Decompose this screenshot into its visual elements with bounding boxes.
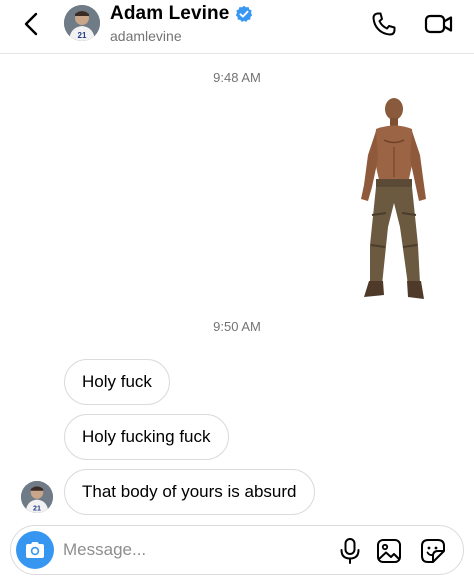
avatar[interactable]: 21 [64, 5, 100, 41]
received-message-bubble[interactable]: That body of yours is absurd [64, 469, 315, 515]
svg-text:21: 21 [33, 504, 41, 512]
contact-name: Adam Levine [110, 3, 230, 24]
phone-icon[interactable] [370, 10, 398, 38]
camera-button[interactable] [16, 531, 54, 569]
camera-icon [26, 542, 44, 558]
contact-handle: adamlevine [110, 28, 182, 44]
sticker-icon[interactable] [419, 537, 447, 565]
gallery-icon[interactable] [375, 537, 403, 565]
sender-avatar[interactable]: 21 [21, 481, 53, 513]
message-composer [10, 525, 464, 575]
character-sticker-image[interactable] [352, 95, 432, 305]
received-message-bubble[interactable]: Holy fuck [64, 359, 170, 405]
verified-badge-icon [236, 5, 253, 23]
message-timestamp: 9:48 AM [213, 70, 261, 85]
received-message-bubble[interactable]: Holy fucking fuck [64, 414, 229, 460]
microphone-icon[interactable] [337, 537, 363, 565]
back-chevron-icon[interactable] [18, 10, 46, 38]
message-timestamp: 9:50 AM [213, 319, 261, 334]
avatar-photo: 21 [64, 5, 100, 41]
svg-text:21: 21 [78, 31, 87, 40]
chat-header: 21 Adam Levine adamlevine [0, 0, 474, 54]
message-input[interactable] [63, 538, 323, 562]
video-camera-icon[interactable] [424, 10, 454, 38]
avatar-photo: 21 [21, 481, 53, 513]
contact-name-row[interactable]: Adam Levine [110, 3, 253, 25]
